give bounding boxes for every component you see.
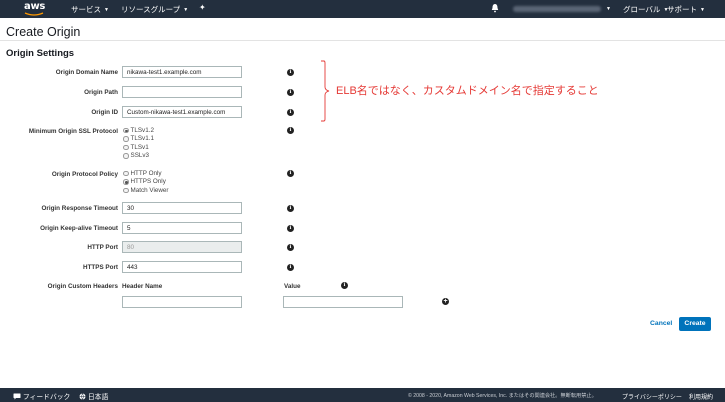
value-column: Value (284, 283, 301, 290)
create-button[interactable]: Create (679, 317, 711, 331)
info-icon[interactable]: i (287, 225, 294, 232)
footer: フィードバック 日本語 © 2008 - 2020, Amazon Web Se… (0, 388, 725, 402)
keepalive-timeout-label: Origin Keep-alive Timeout (40, 225, 118, 232)
origin-path-label: Origin Path (84, 89, 118, 96)
privacy-link[interactable]: プライバシーポリシー (622, 392, 682, 401)
https-port-input[interactable] (122, 261, 242, 273)
radio-dot[interactable] (123, 187, 129, 193)
info-icon[interactable]: i (287, 170, 294, 177)
cancel-button[interactable]: Cancel (650, 320, 672, 327)
header-value-input[interactable] (283, 296, 403, 308)
radio-tlsv11[interactable]: TLSv1.1 (123, 135, 154, 144)
radio-sslv3[interactable]: SSLv3 (123, 152, 154, 161)
response-timeout-label: Origin Response Timeout (41, 205, 118, 212)
radio-match-viewer[interactable]: Match Viewer (123, 186, 169, 195)
radio-dot[interactable] (123, 170, 129, 176)
http-port-input (122, 241, 242, 253)
copyright-text: © 2008 - 2020, Amazon Web Services, Inc.… (408, 393, 597, 399)
radio-https-only[interactable]: HTTPS Only (123, 178, 169, 187)
services-menu[interactable]: サービス ▼ (71, 4, 109, 15)
origin-id-input[interactable] (122, 106, 242, 118)
resource-groups-menu[interactable]: リソースグループ ▼ (121, 4, 188, 15)
radio-tlsv12[interactable]: TLSv1.2 (123, 126, 154, 135)
radio-dot[interactable] (123, 144, 129, 150)
pin-icon[interactable]: ✦ (199, 3, 206, 12)
language-selector[interactable]: 日本語 (79, 391, 108, 401)
ssl-protocol-group: TLSv1.2 TLSv1.1 TLSv1 SSLv3 (123, 126, 154, 160)
info-icon[interactable]: i (341, 282, 348, 289)
account-name[interactable] (513, 6, 601, 12)
info-icon[interactable]: i (287, 69, 294, 76)
radio-dot[interactable] (123, 153, 129, 159)
header-name-column: Header Name (122, 283, 163, 290)
response-timeout-input[interactable] (122, 202, 242, 214)
add-header-icon[interactable]: + (442, 298, 449, 305)
info-icon[interactable]: i (287, 89, 294, 96)
header-name-input[interactable] (122, 296, 242, 308)
origin-path-input[interactable] (122, 86, 242, 98)
radio-dot[interactable] (123, 127, 129, 133)
origin-id-label: Origin ID (91, 109, 118, 116)
origin-domain-label: Origin Domain Name (55, 69, 118, 76)
bell-icon[interactable] (491, 3, 499, 15)
top-nav: aws サービス ▼ リソースグループ ▼ ✦ ▼ グローバル ▼ サポート ▼ (0, 0, 725, 18)
account-caret-icon[interactable]: ▼ (606, 4, 611, 13)
section-title: Origin Settings (6, 48, 75, 59)
region-menu[interactable]: グローバル ▼ (623, 4, 668, 15)
info-icon[interactable]: i (287, 109, 294, 116)
aws-logo[interactable]: aws (22, 1, 48, 17)
info-icon[interactable]: i (287, 264, 294, 271)
custom-headers-label: Origin Custom Headers (47, 283, 118, 290)
chat-bubble-icon (13, 393, 21, 400)
info-icon[interactable]: i (287, 127, 294, 134)
protocol-policy-label: Origin Protocol Policy (51, 171, 118, 178)
globe-icon (79, 393, 86, 401)
title-divider (0, 40, 725, 41)
protocol-policy-group: HTTP Only HTTPS Only Match Viewer (123, 169, 169, 195)
annotation-bracket (321, 60, 330, 122)
radio-dot[interactable] (123, 179, 129, 185)
page-title: Create Origin (6, 25, 81, 39)
info-icon[interactable]: i (287, 205, 294, 212)
ssl-protocol-label: Minimum Origin SSL Protocol (28, 128, 118, 135)
radio-dot[interactable] (123, 136, 129, 142)
radio-tlsv1[interactable]: TLSv1 (123, 143, 154, 152)
radio-http-only[interactable]: HTTP Only (123, 169, 169, 178)
info-icon[interactable]: i (287, 244, 294, 251)
feedback-link[interactable]: フィードバック (13, 391, 70, 401)
keepalive-timeout-input[interactable] (122, 222, 242, 234)
support-menu[interactable]: サポート ▼ (667, 4, 705, 15)
https-port-label: HTTPS Port (83, 264, 118, 271)
annotation-text: ELB名ではなく、カスタムドメイン名で指定すること (336, 85, 599, 97)
http-port-label: HTTP Port (87, 244, 118, 251)
origin-domain-input[interactable] (122, 66, 242, 78)
terms-link[interactable]: 利用規約 (689, 392, 713, 401)
